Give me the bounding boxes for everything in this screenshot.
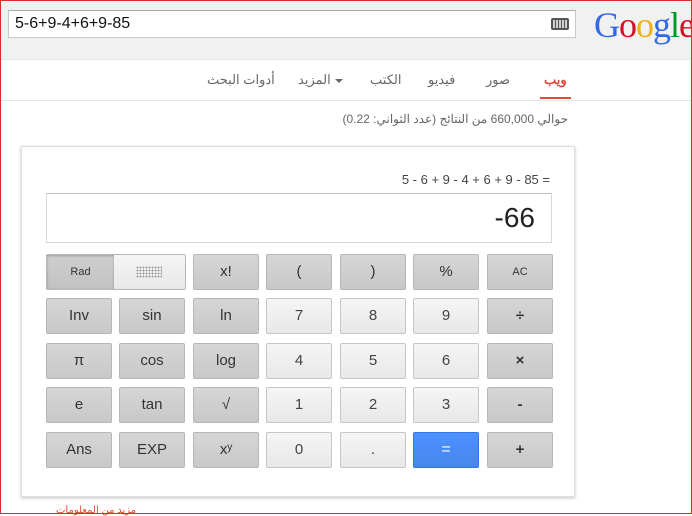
minus-button[interactable]: - — [487, 387, 553, 423]
all-clear-button[interactable]: AC — [487, 254, 553, 290]
logo-letter: o — [636, 5, 654, 45]
digit-5-button[interactable]: 5 — [340, 343, 406, 379]
digit-6-button[interactable]: 6 — [413, 343, 479, 379]
divide-button[interactable]: ÷ — [487, 298, 553, 334]
exp-button[interactable]: EXP — [119, 432, 185, 468]
pi-button[interactable]: π — [46, 343, 112, 379]
google-logo[interactable]: Google — [594, 5, 692, 45]
percent-button[interactable]: % — [413, 254, 479, 290]
digit-1-button[interactable]: 1 — [266, 387, 332, 423]
tab-videos[interactable]: فيديو — [428, 72, 455, 88]
digit-0-button[interactable]: 0 — [266, 432, 332, 468]
calculator-result: -66 — [494, 202, 535, 233]
equals-button[interactable]: = — [413, 432, 479, 468]
deg-button[interactable] — [114, 255, 185, 289]
top-bar: Google — [1, 1, 692, 60]
right-paren-button[interactable]: ) — [340, 254, 406, 290]
ans-button[interactable]: Ans — [46, 432, 112, 468]
logo-letter: G — [594, 5, 620, 45]
deg-dots-icon — [136, 266, 162, 278]
digit-8-button[interactable]: 8 — [340, 298, 406, 334]
digit-7-button[interactable]: 7 — [266, 298, 332, 334]
log-button[interactable]: log — [193, 343, 259, 379]
rad-button[interactable]: Rad — [47, 255, 114, 289]
keyboard-icon[interactable] — [551, 18, 569, 30]
search-nav: ويب صور فيديو الكتب المزيد أدوات البحث — [0, 60, 692, 101]
angle-mode-toggle[interactable]: Rad — [46, 254, 186, 290]
search-box[interactable] — [8, 10, 576, 38]
digit-9-button[interactable]: 9 — [413, 298, 479, 334]
decimal-point-button[interactable]: . — [340, 432, 406, 468]
multiply-button[interactable]: × — [487, 343, 553, 379]
ln-button[interactable]: ln — [193, 298, 259, 334]
logo-letter: g — [653, 5, 671, 45]
cos-button[interactable]: cos — [119, 343, 185, 379]
calculator: 5 - 6 + 9 - 4 + 6 + 9 - 85 = -66 Rad x! … — [21, 146, 575, 497]
calculator-expression: 5 - 6 + 9 - 4 + 6 + 9 - 85 = — [401, 172, 550, 187]
logo-letter: o — [619, 5, 637, 45]
factorial-button[interactable]: x! — [193, 254, 259, 290]
tab-search-tools[interactable]: أدوات البحث — [207, 72, 275, 88]
logo-letter: e — [679, 5, 692, 45]
inv-button[interactable]: Inv — [46, 298, 112, 334]
sin-button[interactable]: sin — [119, 298, 185, 334]
tab-more-label: المزيد — [298, 72, 331, 87]
digit-3-button[interactable]: 3 — [413, 387, 479, 423]
left-paren-button[interactable]: ( — [266, 254, 332, 290]
chevron-down-icon — [334, 78, 343, 83]
plus-button[interactable]: + — [487, 432, 553, 468]
calculator-display: -66 — [46, 193, 552, 243]
tab-web[interactable]: ويب — [540, 72, 571, 99]
tab-books[interactable]: الكتب — [370, 72, 401, 88]
result-stats: حوالي 660,000 من النتائج (عدد الثواني: 0… — [342, 112, 568, 126]
sqrt-button[interactable]: √ — [193, 387, 259, 423]
more-info-link[interactable]: مزيد من المعلومات — [56, 505, 136, 516]
tab-images[interactable]: صور — [486, 72, 510, 88]
digit-2-button[interactable]: 2 — [340, 387, 406, 423]
tab-more[interactable]: المزيد — [298, 72, 343, 88]
search-input[interactable] — [15, 14, 535, 34]
tan-button[interactable]: tan — [119, 387, 185, 423]
digit-4-button[interactable]: 4 — [266, 343, 332, 379]
power-button[interactable]: xʸ — [193, 432, 259, 468]
e-button[interactable]: e — [46, 387, 112, 423]
logo-letter: l — [670, 5, 680, 45]
